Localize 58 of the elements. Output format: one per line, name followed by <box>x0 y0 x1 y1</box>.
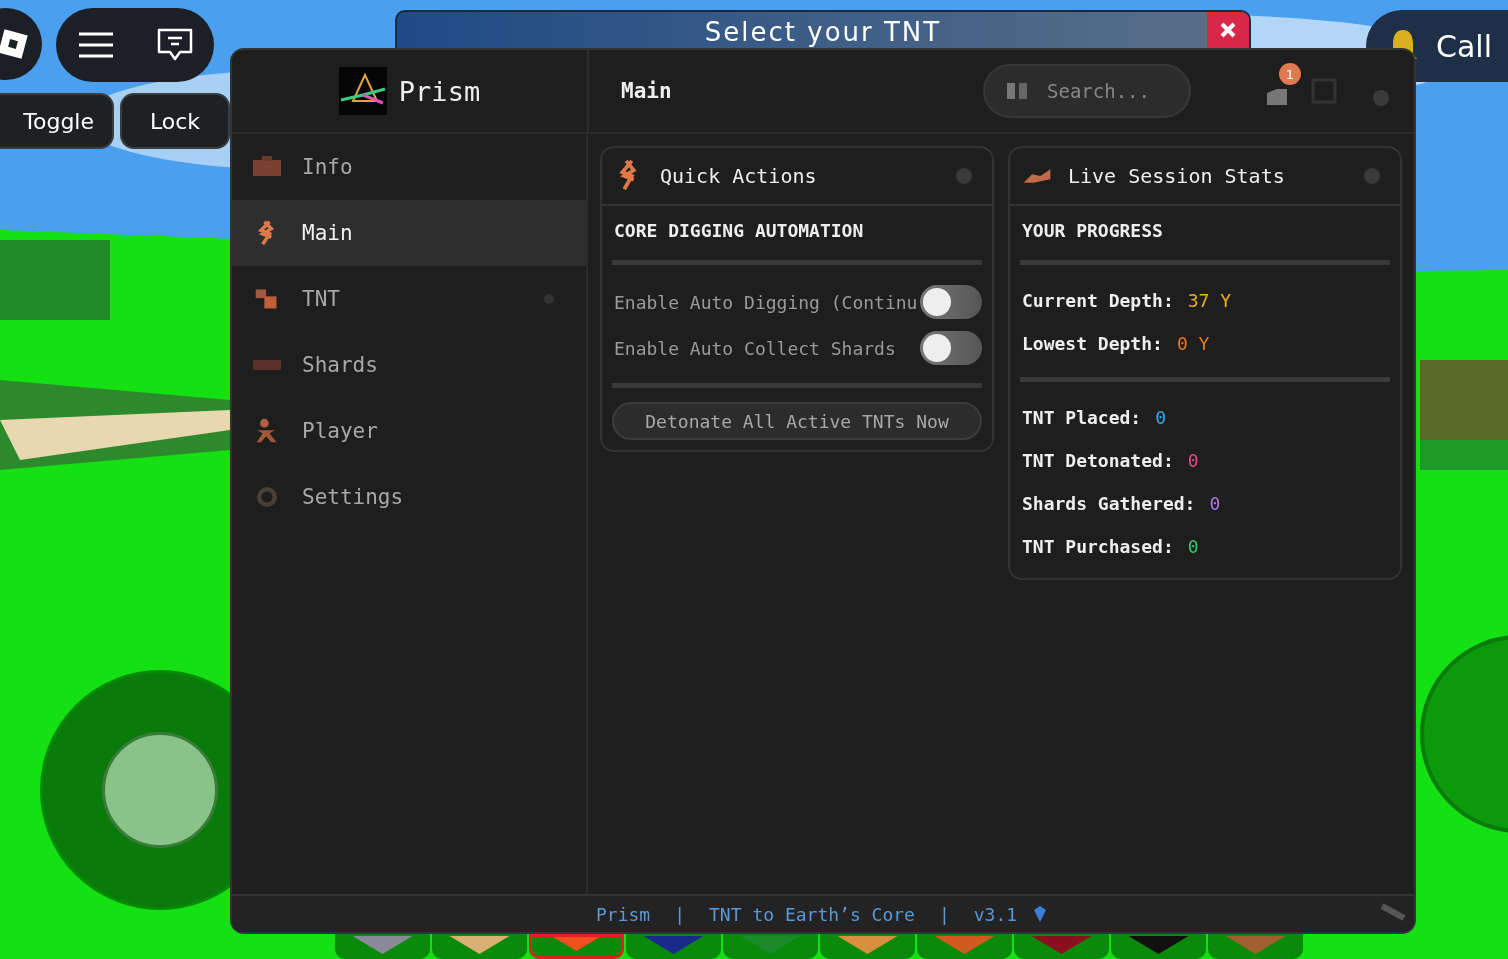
chat-icon[interactable] <box>156 28 193 62</box>
sidebar-item[interactable]: Settings <box>232 464 586 530</box>
dot-icon <box>956 168 972 184</box>
section-title: CORE DIGGING AUTOMATION <box>613 220 865 243</box>
footer-text: Prism <box>596 903 651 925</box>
hotbar-slot[interactable] <box>626 934 721 959</box>
stat-value: 0 <box>1187 450 1199 471</box>
sidebar-label: Main <box>302 221 353 245</box>
sidebar-item[interactable]: Shards <box>232 332 586 398</box>
stat-value: 0 <box>1209 493 1221 514</box>
footer-text: | <box>674 903 686 925</box>
detonate-button[interactable]: Detonate All Active TNTs Now <box>612 402 982 440</box>
sidebar-label: Shards <box>302 353 378 377</box>
sidebar-item[interactable]: Player <box>232 398 586 464</box>
stat-value: 0 Y <box>1176 333 1210 354</box>
card-title: Live Session Stats <box>1068 164 1285 188</box>
sidebar-label: TNT <box>302 287 340 311</box>
toggle-button[interactable]: Toggle <box>0 93 114 149</box>
sidebar-item[interactable]: Info <box>232 134 586 200</box>
stat-label: Current Depth: <box>1022 290 1174 311</box>
hotbar-slot[interactable] <box>1014 934 1109 959</box>
lock-button[interactable]: Lock <box>120 93 230 149</box>
resize-icon[interactable] <box>1380 902 1406 922</box>
logo-icon <box>0 29 28 59</box>
app-title: Prism <box>398 75 481 107</box>
toggle-label: Enable Auto Digging (Continu <box>613 291 918 313</box>
section-title: YOUR PROGRESS <box>1021 220 1164 243</box>
sidebar-item[interactable]: TNT <box>232 266 586 332</box>
stat-label: TNT Placed: <box>1022 407 1142 428</box>
footer-text: v3.1 <box>973 903 1018 925</box>
search-field[interactable]: Search... <box>983 64 1191 118</box>
stat-value: 0 <box>1187 536 1199 557</box>
stat-label: TNT Detonated: <box>1022 450 1174 471</box>
page-title: Main <box>621 79 673 103</box>
sidebar-label: Info <box>302 155 353 179</box>
close-icon <box>1218 20 1238 40</box>
dot-icon <box>1364 168 1380 184</box>
stat-value: 37 Y <box>1187 290 1232 311</box>
card-title: Quick Actions <box>660 164 817 188</box>
toggle-switch[interactable] <box>920 331 982 365</box>
notification-badge: 1 <box>1279 63 1301 85</box>
dot-icon[interactable] <box>1371 88 1391 108</box>
menu-icon[interactable] <box>77 32 114 58</box>
banner-title: Select your TNT <box>704 16 942 49</box>
hotbar-slot[interactable] <box>1111 934 1206 959</box>
sidebar-label: Player <box>302 419 378 443</box>
stat-value: 0 <box>1155 407 1167 428</box>
close-button[interactable] <box>1207 12 1249 48</box>
footer-text: TNT to Earth’s Core <box>709 903 915 925</box>
toggle-switch[interactable] <box>920 285 982 319</box>
stat-label: Shards Gathered: <box>1022 493 1196 514</box>
stat-label: Lowest Depth: <box>1022 333 1163 354</box>
footer-text: | <box>938 903 950 925</box>
stat-label: TNT Purchased: <box>1022 536 1174 557</box>
sidebar-item[interactable]: Main <box>232 200 586 266</box>
prism-icon <box>338 67 387 115</box>
toggle-label: Enable Auto Collect Shards <box>613 337 896 359</box>
sidebar-label: Settings <box>302 485 404 509</box>
